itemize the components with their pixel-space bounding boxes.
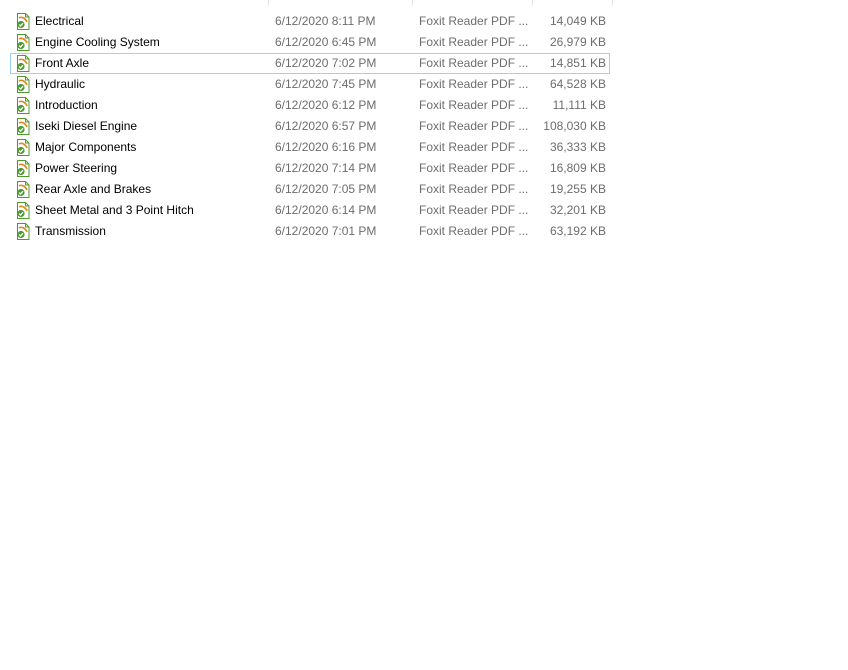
file-date-modified: 6/12/2020 7:05 PM bbox=[275, 182, 377, 196]
file-name: Electrical bbox=[35, 14, 84, 28]
foxit-pdf-icon bbox=[15, 97, 31, 114]
file-type: Foxit Reader PDF ... bbox=[419, 224, 529, 238]
file-rows: Electrical 6/12/2020 8:11 PM Foxit Reade… bbox=[10, 11, 610, 242]
file-date-modified: 6/12/2020 6:16 PM bbox=[275, 140, 377, 154]
file-size: 36,333 KB bbox=[549, 140, 606, 154]
file-row[interactable]: Major Components 6/12/2020 6:16 PM Foxit… bbox=[10, 137, 610, 158]
file-row[interactable]: Engine Cooling System 6/12/2020 6:45 PM … bbox=[10, 32, 610, 53]
file-name: Introduction bbox=[35, 98, 98, 112]
file-type: Foxit Reader PDF ... bbox=[419, 98, 529, 112]
file-type: Foxit Reader PDF ... bbox=[419, 140, 529, 154]
foxit-pdf-icon bbox=[15, 34, 31, 51]
file-row[interactable]: Front Axle 6/12/2020 7:02 PM Foxit Reade… bbox=[10, 53, 610, 74]
file-size: 14,049 KB bbox=[549, 14, 606, 28]
file-size: 108,030 KB bbox=[543, 119, 606, 133]
file-row[interactable]: Electrical 6/12/2020 8:11 PM Foxit Reade… bbox=[10, 11, 610, 32]
column-divider[interactable] bbox=[268, 0, 269, 6]
file-type: Foxit Reader PDF ... bbox=[419, 14, 529, 28]
file-type: Foxit Reader PDF ... bbox=[419, 77, 529, 91]
file-date-modified: 6/12/2020 6:45 PM bbox=[275, 35, 377, 49]
file-size: 64,528 KB bbox=[549, 77, 606, 91]
file-type: Foxit Reader PDF ... bbox=[419, 56, 529, 70]
file-size: 14,851 KB bbox=[549, 56, 606, 70]
foxit-pdf-icon bbox=[15, 160, 31, 177]
file-date-modified: 6/12/2020 6:57 PM bbox=[275, 119, 377, 133]
column-divider[interactable] bbox=[412, 0, 413, 6]
file-row[interactable]: Iseki Diesel Engine 6/12/2020 6:57 PM Fo… bbox=[10, 116, 610, 137]
file-name: Major Components bbox=[35, 140, 137, 154]
file-row[interactable]: Hydraulic 6/12/2020 7:45 PM Foxit Reader… bbox=[10, 74, 610, 95]
foxit-pdf-icon bbox=[15, 55, 31, 72]
file-size: 26,979 KB bbox=[549, 35, 606, 49]
file-size: 11,111 KB bbox=[552, 98, 606, 112]
file-date-modified: 6/12/2020 6:12 PM bbox=[275, 98, 377, 112]
file-name: Power Steering bbox=[35, 161, 118, 175]
file-row[interactable]: Introduction 6/12/2020 6:12 PM Foxit Rea… bbox=[10, 95, 610, 116]
foxit-pdf-icon bbox=[15, 202, 31, 219]
file-date-modified: 6/12/2020 7:01 PM bbox=[275, 224, 377, 238]
file-type: Foxit Reader PDF ... bbox=[419, 182, 529, 196]
file-size: 16,809 KB bbox=[549, 161, 606, 175]
column-divider[interactable] bbox=[532, 0, 533, 6]
file-row[interactable]: Sheet Metal and 3 Point Hitch 6/12/2020 … bbox=[10, 200, 610, 221]
file-name: Hydraulic bbox=[35, 77, 86, 91]
foxit-pdf-icon bbox=[15, 76, 31, 93]
file-date-modified: 6/12/2020 8:11 PM bbox=[275, 14, 376, 28]
file-name: Engine Cooling System bbox=[35, 35, 160, 49]
file-name: Iseki Diesel Engine bbox=[35, 119, 138, 133]
foxit-pdf-icon bbox=[15, 13, 31, 30]
file-size: 19,255 KB bbox=[549, 182, 606, 196]
file-size: 32,201 KB bbox=[549, 203, 606, 217]
file-size: 63,192 KB bbox=[549, 224, 606, 238]
file-row[interactable]: Transmission 6/12/2020 7:01 PM Foxit Rea… bbox=[10, 221, 610, 242]
foxit-pdf-icon bbox=[15, 139, 31, 156]
foxit-pdf-icon bbox=[15, 223, 31, 240]
file-date-modified: 6/12/2020 7:45 PM bbox=[275, 77, 377, 91]
file-list: Electrical 6/12/2020 8:11 PM Foxit Reade… bbox=[10, 0, 613, 242]
column-divider[interactable] bbox=[612, 0, 613, 6]
file-date-modified: 6/12/2020 7:02 PM bbox=[275, 56, 377, 70]
file-date-modified: 6/12/2020 6:14 PM bbox=[275, 203, 377, 217]
file-name: Transmission bbox=[35, 224, 106, 238]
file-type: Foxit Reader PDF ... bbox=[419, 119, 529, 133]
foxit-pdf-icon bbox=[15, 118, 31, 135]
file-name: Rear Axle and Brakes bbox=[35, 182, 152, 196]
file-type: Foxit Reader PDF ... bbox=[419, 203, 529, 217]
foxit-pdf-icon bbox=[15, 181, 31, 198]
file-type: Foxit Reader PDF ... bbox=[419, 161, 529, 175]
file-date-modified: 6/12/2020 7:14 PM bbox=[275, 161, 377, 175]
file-type: Foxit Reader PDF ... bbox=[419, 35, 529, 49]
file-row[interactable]: Rear Axle and Brakes 6/12/2020 7:05 PM F… bbox=[10, 179, 610, 200]
file-row[interactable]: Power Steering 6/12/2020 7:14 PM Foxit R… bbox=[10, 158, 610, 179]
file-name: Sheet Metal and 3 Point Hitch bbox=[35, 203, 194, 217]
file-name: Front Axle bbox=[35, 56, 90, 70]
